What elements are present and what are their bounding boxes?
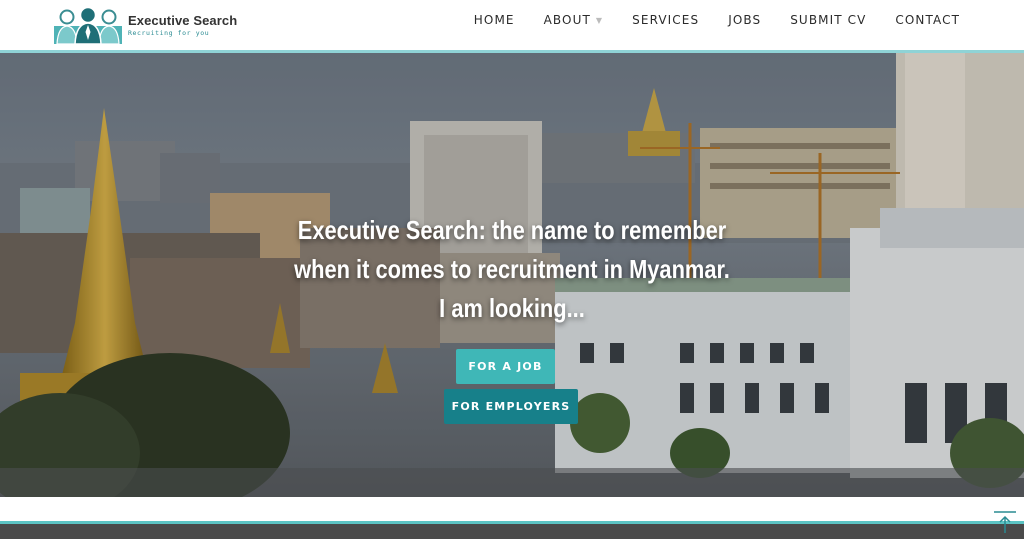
nav-services[interactable]: SERVICES bbox=[632, 13, 699, 27]
nav-submit-cv[interactable]: SUBMIT CV bbox=[790, 13, 866, 27]
nav-contact[interactable]: CONTACT bbox=[895, 13, 960, 27]
main-nav: HOME ABOUT ▼ SERVICES JOBS SUBMIT CV CONT… bbox=[445, 0, 960, 40]
nav-services-label: SERVICES bbox=[632, 13, 700, 27]
nav-about-label: ABOUT bbox=[543, 13, 591, 27]
people-group-icon bbox=[54, 6, 122, 45]
logo-title: Executive Search bbox=[128, 13, 238, 28]
for-a-job-button[interactable]: FOR A JOB bbox=[456, 349, 555, 384]
hero-headline: Executive Search: the name to remember w… bbox=[82, 211, 942, 328]
logo-tagline: Recruiting for you bbox=[128, 29, 210, 37]
nav-about[interactable]: ABOUT ▼ bbox=[544, 13, 604, 27]
hero-line-3: I am looking... bbox=[439, 293, 585, 323]
hero-line-1: Executive Search: the name to remember bbox=[297, 215, 727, 245]
nav-home[interactable]: HOME bbox=[474, 13, 515, 27]
nav-contact-label: CONTACT bbox=[895, 13, 960, 27]
footer-bar bbox=[0, 524, 1024, 539]
scroll-to-top-button[interactable] bbox=[994, 510, 1016, 534]
nav-jobs[interactable]: JOBS bbox=[728, 13, 761, 27]
nav-jobs-label: JOBS bbox=[728, 13, 762, 27]
nav-submit-cv-label: SUBMIT CV bbox=[790, 13, 867, 27]
for-employers-button[interactable]: FOR EMPLOYERS bbox=[444, 389, 578, 424]
arrow-up-icon bbox=[994, 511, 1016, 533]
chevron-down-icon: ▼ bbox=[595, 15, 604, 25]
hero-section: Executive Search: the name to remember w… bbox=[0, 53, 1024, 497]
nav-home-label: HOME bbox=[473, 13, 515, 27]
hero-line-2: when it comes to recruitment in Myanmar. bbox=[294, 254, 730, 284]
site-header: Executive Search Recruiting for you HOME… bbox=[0, 0, 1024, 50]
site-logo[interactable]: Executive Search Recruiting for you bbox=[54, 5, 237, 45]
